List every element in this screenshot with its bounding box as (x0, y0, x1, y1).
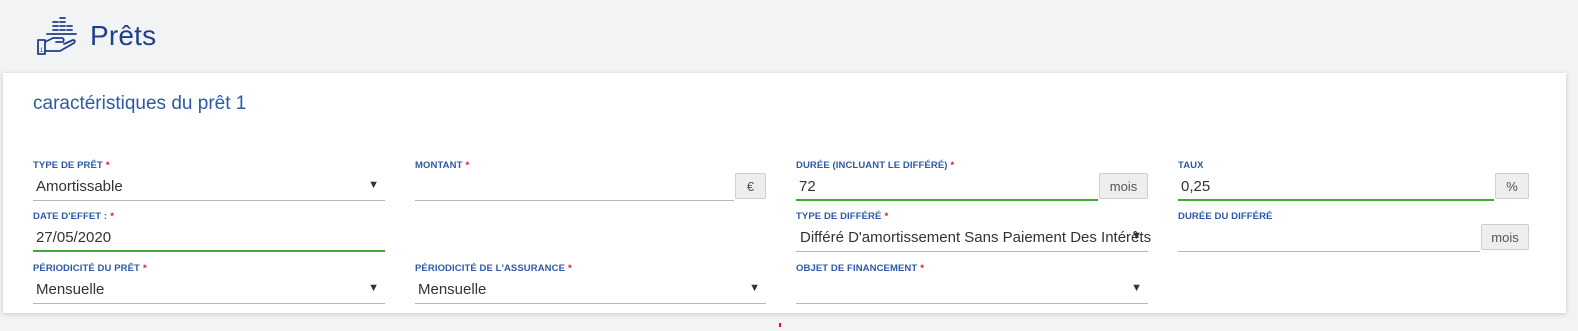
insurance-periodicity-value: Mensuelle (418, 281, 487, 298)
effective-date-value: 27/05/2020 (36, 229, 112, 246)
deferral-duration-input[interactable] (1178, 223, 1480, 252)
percent-addon: % (1495, 173, 1529, 199)
rate-value: 0,25 (1181, 178, 1211, 195)
months-addon: mois (1099, 173, 1148, 199)
card-title: caractéristiques du prêt 1 (33, 93, 247, 114)
loan-type-label: TYPE DE PRÊT * (33, 160, 110, 171)
euro-addon: € (735, 173, 766, 199)
effective-date-input[interactable]: 27/05/2020 (33, 223, 385, 252)
rate-input[interactable]: 0,25 (1178, 172, 1494, 201)
deferral-duration-label: DURÉE DU DIFFÉRÉ (1178, 211, 1273, 222)
amount-label: MONTANT * (415, 160, 470, 171)
loan-hand-coins-icon: 1 (37, 17, 77, 55)
page-header: 1 Prêts (36, 14, 156, 58)
duration-input[interactable]: 72 (796, 172, 1098, 201)
loan-periodicity-label: PÉRIODICITÉ DU PRÊT * (33, 263, 147, 274)
duration-value: 72 (799, 178, 816, 195)
page-title: Prêts (90, 20, 157, 51)
months-addon: mois (1481, 224, 1529, 250)
loan-periodicity-value: Mensuelle (36, 281, 105, 298)
loan-type-select[interactable]: Amortissable ▼ (33, 172, 385, 201)
dropdown-arrow-icon: ▼ (1131, 282, 1142, 294)
loan-periodicity-select[interactable]: Mensuelle ▼ (33, 275, 385, 304)
effective-date-label: DATE D'EFFET : * (33, 211, 115, 222)
insurance-periodicity-select[interactable]: Mensuelle ▼ (415, 275, 766, 304)
financing-purpose-select[interactable]: ▼ (796, 275, 1148, 304)
deferral-type-label: TYPE DE DIFFÉRÉ * (796, 211, 889, 222)
dropdown-arrow-icon: ▼ (368, 179, 379, 191)
dropdown-arrow-icon: ▼ (749, 282, 760, 294)
loan-type-value: Amortissable (36, 178, 123, 195)
rate-label: TAUX (1178, 160, 1204, 171)
loan-characteristics-card: caractéristiques du prêt 1 TYPE DE PRÊT *… (3, 73, 1566, 313)
financing-purpose-label: OBJET DE FINANCEMENT * (796, 263, 925, 274)
duration-label: DURÉE (INCLUANT LE DIFFÉRÉ) * (796, 160, 955, 171)
insurance-periodicity-label: PÉRIODICITÉ DE L'ASSURANCE * (415, 263, 572, 274)
dropdown-arrow-icon: ▼ (368, 282, 379, 294)
dropdown-arrow-icon: ▼ (1131, 230, 1142, 242)
deferral-type-value: Différé D'amortissement Sans Paiement De… (800, 229, 1152, 246)
deferral-type-select[interactable]: Différé D'amortissement Sans Paiement De… (796, 223, 1152, 252)
amount-input[interactable] (415, 172, 734, 201)
required-indicator-mark (779, 323, 781, 327)
